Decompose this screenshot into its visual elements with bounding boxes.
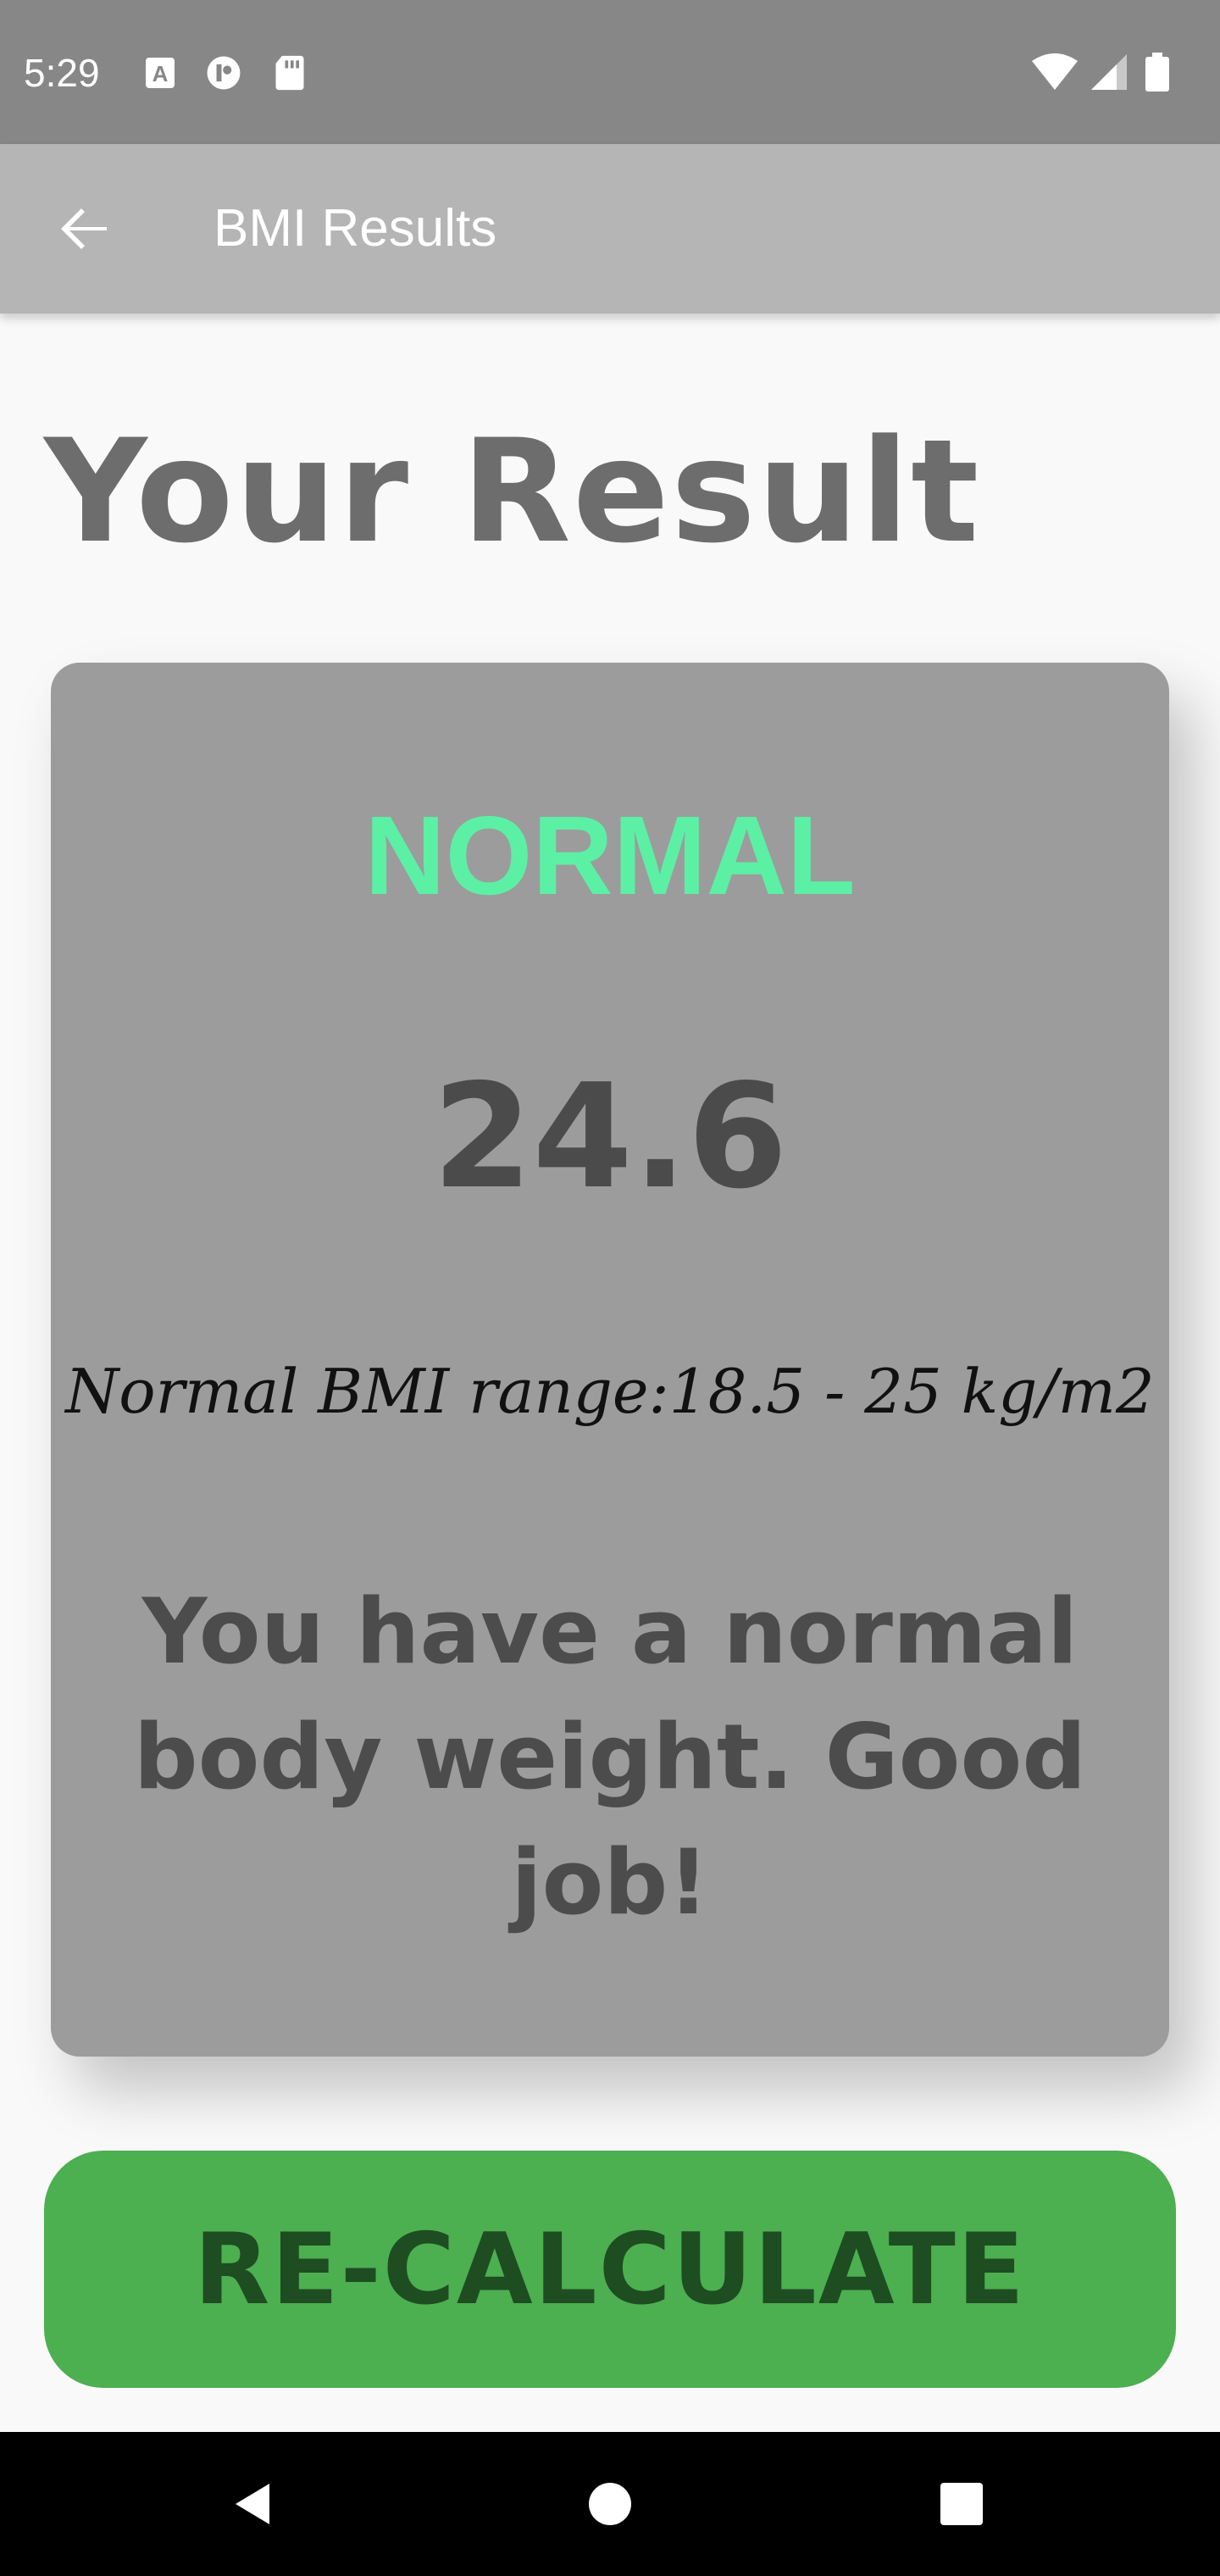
result-status-label: NORMAL — [364, 793, 856, 918]
navigation-bar — [0, 2432, 1220, 2576]
signal-icon — [1091, 54, 1127, 90]
recalculate-button[interactable]: RE-CALCULATE — [44, 2151, 1176, 2388]
data-saver-icon — [207, 56, 241, 90]
nav-back-button[interactable] — [212, 2462, 297, 2546]
status-bar: 5:29 A — [0, 0, 1220, 144]
keyboard-a-icon: A — [146, 58, 175, 88]
arrow-back-icon — [61, 208, 107, 249]
status-time: 5:29 — [24, 51, 100, 95]
app-bar-title: BMI Results — [214, 199, 497, 258]
nav-recents-button[interactable] — [919, 2462, 1004, 2546]
page-title: Your Result — [44, 408, 981, 575]
wifi-icon — [1032, 53, 1078, 90]
app-bar: BMI Results — [0, 144, 1220, 314]
status-right-icons — [1032, 53, 1169, 92]
battery-icon — [1145, 53, 1169, 92]
recalculate-button-label: RE-CALCULATE — [194, 2212, 1026, 2327]
svg-text:A: A — [152, 61, 169, 86]
result-card: NORMAL 24.6 Normal BMI range:18.5 - 25 k… — [51, 663, 1169, 2057]
back-button[interactable] — [42, 186, 127, 271]
sd-card-icon — [275, 55, 304, 91]
result-message: You have a normal body weight. Good job! — [133, 1579, 1087, 1935]
back-triangle-icon — [236, 2484, 269, 2524]
recents-square-icon — [940, 2483, 983, 2525]
nav-home-button[interactable] — [568, 2462, 652, 2546]
bmi-range-text: Normal BMI range:18.5 - 25 kg/m2 — [65, 1356, 1155, 1427]
bmi-value: 24.6 — [432, 1053, 788, 1221]
home-circle-icon — [589, 2483, 631, 2525]
